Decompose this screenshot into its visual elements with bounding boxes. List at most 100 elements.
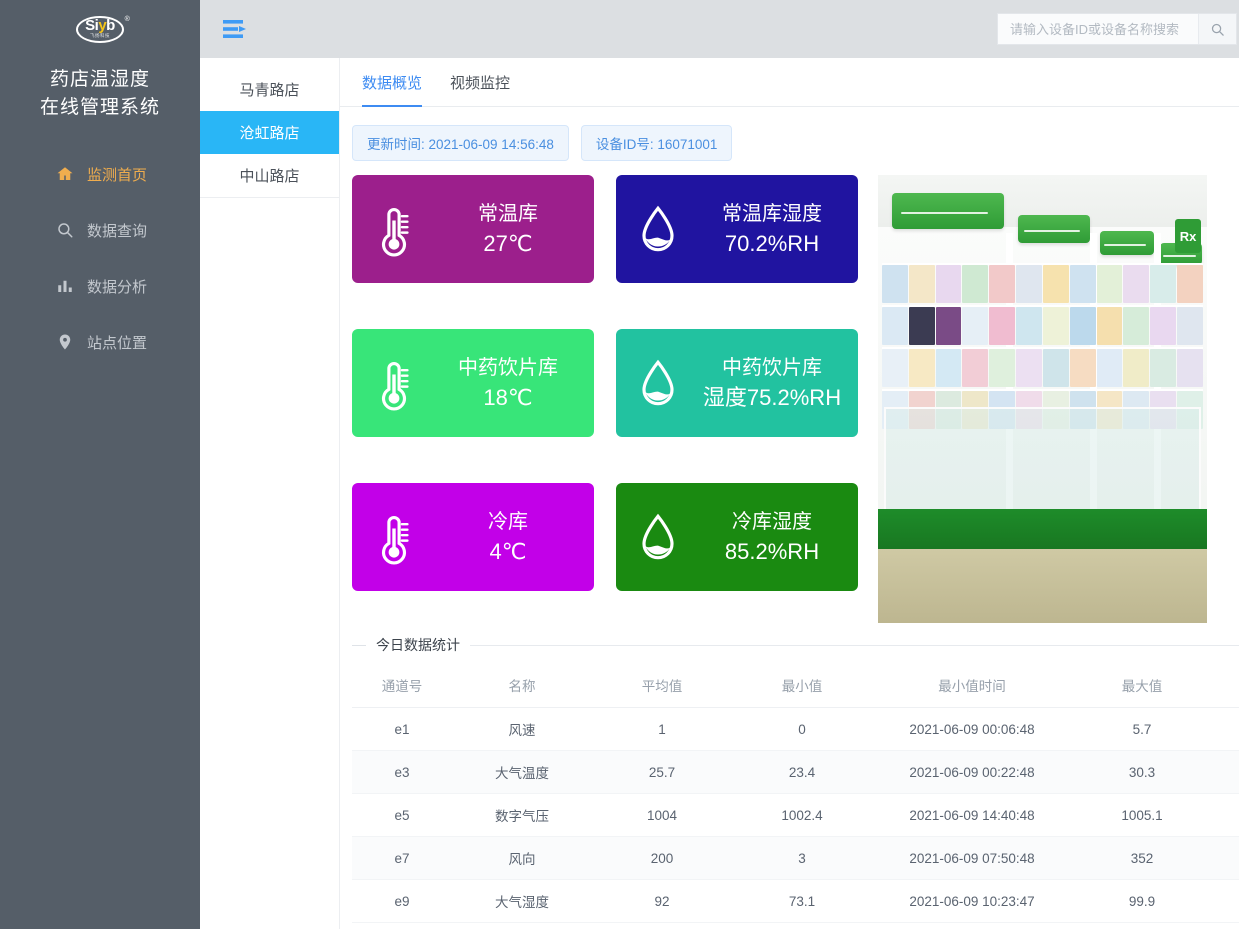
table-row[interactable]: e9 大气湿度 92 73.1 2021-06-09 10:23:47 99.9… xyxy=(352,879,1239,923)
cell-average: 200 xyxy=(592,836,732,880)
table-row[interactable]: e3 大气温度 25.7 23.4 2021-06-09 00:22:48 30… xyxy=(352,750,1239,794)
search-box xyxy=(996,13,1237,45)
sidebar-item-monitor-home[interactable]: 监测首页 xyxy=(0,146,200,202)
tab-bar: 数据概览 视频监控 xyxy=(340,58,1239,107)
water-drop-icon xyxy=(636,201,680,257)
store-item-maqinglu[interactable]: 马青路店 xyxy=(200,68,339,111)
cell-max: 352 xyxy=(1072,836,1212,880)
cell-max: 5.7 xyxy=(1072,707,1212,751)
sidebar-item-data-analysis[interactable]: 数据分析 xyxy=(0,258,200,314)
app-root: Siyb 飞扬科技 ® 药店温湿度 在线管理系统 监测首页 数据查询 数据分析 … xyxy=(0,0,1239,929)
store-list-divider xyxy=(200,197,339,198)
col-name: 名称 xyxy=(452,663,592,708)
table-header-row: 通道号 名称 平均值 最小值 最小值时间 最大值 202 xyxy=(352,663,1239,708)
photo-shelf-row-3 xyxy=(882,347,1203,387)
tab-data-overview[interactable]: 数据概览 xyxy=(362,72,423,107)
col-channel: 通道号 xyxy=(352,663,452,708)
cell-average: 1 xyxy=(592,707,732,751)
metric-card-value: 4℃ xyxy=(489,539,527,564)
pharmacy-interior-photo: Rx xyxy=(878,175,1207,623)
cell-min: 1002.4 xyxy=(732,793,872,837)
water-drop-icon xyxy=(636,355,680,411)
cell-name: 风速 xyxy=(452,707,592,751)
metric-card-label: 中药饮片库 xyxy=(722,357,822,379)
cell-max-time: 202 xyxy=(1212,879,1239,923)
store-item-zhongshanlu[interactable]: 中山路店 xyxy=(200,154,339,197)
overview-body: 常温库 27℃ 常温库湿度 70.2%RH 中药饮片库 18℃ 中药饮片库 湿度… xyxy=(340,161,1239,623)
metric-card-label: 常温库 xyxy=(478,203,538,225)
cell-max-time: 202 xyxy=(1212,707,1239,751)
search-button[interactable] xyxy=(1197,14,1236,44)
cell-average: 25.7 xyxy=(592,750,732,794)
metric-card-cold-humidity[interactable]: 冷库湿度 85.2%RH xyxy=(616,483,858,591)
cell-min: 3 xyxy=(732,836,872,880)
metric-card-ambient-temp[interactable]: 常温库 27℃ xyxy=(352,175,594,283)
metric-card-value: 70.2%RH xyxy=(724,231,820,256)
cell-min: 23.4 xyxy=(732,750,872,794)
sidebar-item-data-query[interactable]: 数据查询 xyxy=(0,202,200,258)
metric-card-cold-temp[interactable]: 冷库 4℃ xyxy=(352,483,594,591)
cell-max-time: 202 xyxy=(1212,793,1239,837)
table-head: 通道号 名称 平均值 最小值 最小值时间 最大值 202 xyxy=(352,663,1239,708)
photo-green-sign-2 xyxy=(1018,215,1090,243)
photo-rx-sign: Rx xyxy=(1175,219,1201,253)
stats-section-title: 今日数据统计 xyxy=(376,637,460,653)
search-icon xyxy=(55,220,75,240)
logo-subtext: 飞扬科技 xyxy=(89,32,110,38)
home-icon xyxy=(55,164,75,184)
water-drop-icon xyxy=(636,509,680,565)
cell-name: 大气湿度 xyxy=(452,879,592,923)
cell-name: 数字气压 xyxy=(452,793,592,837)
device-id-badge: 设备ID号: 16071001 xyxy=(580,125,733,161)
bar-chart-icon xyxy=(55,276,75,296)
cell-min-time: 2021-06-09 14:40:48 xyxy=(872,793,1072,837)
metric-card-herb-humidity[interactable]: 中药饮片库 湿度75.2%RH xyxy=(616,329,858,437)
brand-logo[interactable]: Siyb 飞扬科技 ® xyxy=(0,0,200,58)
section-dash xyxy=(352,644,366,646)
store-list: 马青路店 沧虹路店 中山路店 xyxy=(200,58,340,929)
metric-card-text: 冷库 4℃ xyxy=(430,507,586,567)
photo-floor xyxy=(878,549,1207,623)
thermometer-icon xyxy=(372,201,416,257)
cell-max-time: 202 xyxy=(1212,750,1239,794)
logo-wordmark: Siyb xyxy=(85,16,115,34)
cell-max: 99.9 xyxy=(1072,879,1212,923)
cell-channel: e5 xyxy=(352,793,452,837)
system-title-line1: 药店温湿度 xyxy=(49,69,150,90)
photo-green-sign-1 xyxy=(892,193,1004,229)
search-input[interactable] xyxy=(997,14,1198,44)
sidebar-item-label: 站点位置 xyxy=(87,334,148,352)
stats-section-header: 今日数据统计 xyxy=(340,623,1239,655)
metric-card-label: 冷库湿度 xyxy=(732,511,812,533)
cell-channel: e7 xyxy=(352,836,452,880)
content-area: 马青路店 沧虹路店 中山路店 数据概览 视频监控 更新时间: 2021-06-0… xyxy=(200,58,1239,929)
cell-min: 0 xyxy=(732,707,872,751)
photo-green-sign-3 xyxy=(1100,231,1154,255)
metric-card-herb-temp[interactable]: 中药饮片库 18℃ xyxy=(352,329,594,437)
sidebar-item-site-location[interactable]: 站点位置 xyxy=(0,314,200,370)
table-row[interactable]: e5 数字气压 1004 1002.4 2021-06-09 14:40:48 … xyxy=(352,793,1239,837)
metric-card-value: 85.2%RH xyxy=(724,539,820,564)
metric-card-value: 湿度75.2%RH xyxy=(702,385,842,410)
top-header: 首页 后台登 xyxy=(200,0,1239,58)
cell-channel: e3 xyxy=(352,750,452,794)
metric-card-ambient-humidity[interactable]: 常温库湿度 70.2%RH xyxy=(616,175,858,283)
tab-video-monitor[interactable]: 视频监控 xyxy=(450,72,510,107)
logo-text-left: Si xyxy=(85,16,99,34)
cell-min-time: 2021-06-09 00:06:48 xyxy=(872,707,1072,751)
cell-max: 1005.1 xyxy=(1072,793,1212,837)
metric-card-value: 27℃ xyxy=(483,231,533,256)
table-row[interactable]: e7 风向 200 3 2021-06-09 07:50:48 352 202 xyxy=(352,836,1239,880)
store-item-canghonglu[interactable]: 沧虹路店 xyxy=(200,111,339,154)
cell-min-time: 2021-06-09 10:23:47 xyxy=(872,879,1072,923)
metric-card-text: 常温库湿度 70.2%RH xyxy=(694,199,850,259)
col-min-time: 最小值时间 xyxy=(872,663,1072,708)
header-actions: 首页 后台登 xyxy=(996,13,1239,45)
search-icon xyxy=(1211,23,1224,36)
hamburger-collapse-icon[interactable] xyxy=(222,18,250,40)
table-row[interactable]: e1 风速 1 0 2021-06-09 00:06:48 5.7 202 xyxy=(352,707,1239,751)
cell-channel: e9 xyxy=(352,879,452,923)
photo-shelf-row-1 xyxy=(882,263,1203,303)
sidebar-item-label: 数据分析 xyxy=(87,278,148,296)
col-max: 最大值 xyxy=(1072,663,1212,708)
